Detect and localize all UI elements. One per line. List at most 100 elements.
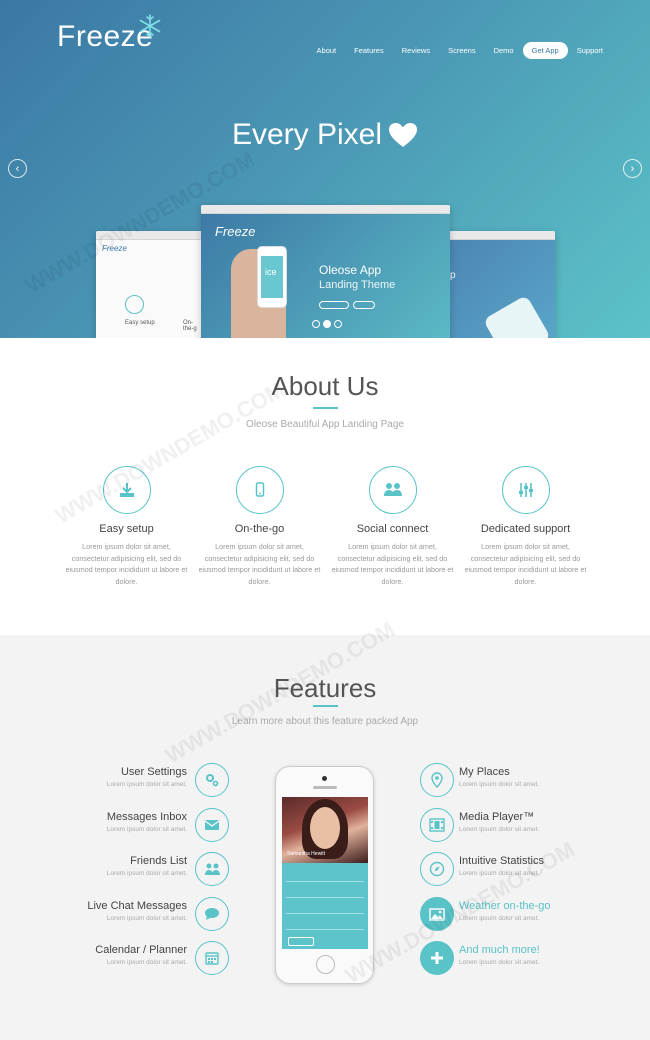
mockup-center-logo: Freeze xyxy=(215,224,256,239)
nav-demo[interactable]: Demo xyxy=(485,42,523,59)
about-item-social-connect: Social connect Lorem ipsum dolor sit ame… xyxy=(326,466,459,587)
nav-features[interactable]: Features xyxy=(345,42,393,59)
feature-text: Lorem ipsum dolor sit amet. xyxy=(459,781,540,788)
hero-title-text: Every Pixel xyxy=(231,118,383,151)
feature-title: Calendar / Planner xyxy=(95,944,187,956)
feature-text: Lorem ipsum dolor sit amet. xyxy=(459,870,540,877)
feature-text: Lorem ipsum dolor sit amet. xyxy=(106,826,187,833)
chat-icon xyxy=(205,908,219,920)
mockup-headline: Oleose App xyxy=(319,263,382,277)
carousel-dot-1[interactable] xyxy=(312,320,320,328)
about-item-dedicated-support: Dedicated support Lorem ipsum dolor sit … xyxy=(459,466,592,587)
feature-live-chat: Live Chat Messages Lorem ipsum dolor sit… xyxy=(0,897,230,937)
about-item-title: On-the-go xyxy=(234,523,285,535)
mockup-phone: ice xyxy=(257,246,287,308)
mockup-left-item-1: Easy setup xyxy=(125,320,155,326)
about-icon-circle xyxy=(368,466,417,514)
feature-title: Weather on-the-go xyxy=(459,900,551,912)
calendar-icon xyxy=(205,952,219,965)
about-icon-circle xyxy=(102,466,151,514)
about-item-text: Lorem ipsum dolor sit amet, consectetur … xyxy=(331,542,454,586)
mobile-icon xyxy=(255,482,264,497)
sliders-icon xyxy=(518,483,533,497)
mockup-button-1 xyxy=(319,301,349,309)
mockup-phone-text: ice xyxy=(265,267,277,277)
cogs-icon xyxy=(206,774,219,787)
chevron-left-icon: ‹ xyxy=(15,162,20,175)
about-item-title: Social connect xyxy=(356,523,429,535)
feature-text: Lorem ipsum dolor sit amet. xyxy=(106,959,187,966)
carousel-prev-button[interactable]: ‹ xyxy=(8,159,27,178)
feature-icon-circle xyxy=(195,763,229,797)
carousel-dot-2[interactable] xyxy=(323,320,331,328)
feature-user-settings: User Settings Lorem ipsum dolor sit amet… xyxy=(0,763,230,803)
about-title: About Us xyxy=(271,371,379,401)
feature-text: Lorem ipsum dolor sit amet. xyxy=(106,870,187,877)
screenshot-mockup-right: p xyxy=(447,231,555,338)
mockup-left-circle xyxy=(125,295,144,314)
plus-icon xyxy=(431,952,443,964)
feature-title: Media Player™ xyxy=(459,811,535,823)
about-icon-circle xyxy=(235,466,284,514)
picture-icon xyxy=(429,907,445,921)
nav-support[interactable]: Support xyxy=(568,42,612,59)
feature-title: Live Chat Messages xyxy=(87,900,187,912)
about-item-text: Lorem ipsum dolor sit amet, consectetur … xyxy=(464,542,587,586)
users-icon xyxy=(204,863,220,875)
feature-my-places: My Places Lorem ipsum dolor sit amet. xyxy=(420,763,650,803)
about-item-easy-setup: Easy setup Lorem ipsum dolor sit amet, c… xyxy=(60,466,193,587)
feature-text: Lorem ipsum dolor sit amet. xyxy=(106,781,187,788)
mockup-subheadline: Landing Theme xyxy=(319,279,396,291)
nav-screens[interactable]: Screens xyxy=(439,42,485,59)
feature-title: My Places xyxy=(459,766,510,778)
iphone-mockup: Samantha Hewitt xyxy=(275,766,374,984)
feature-text: Lorem ipsum dolor sit amet. xyxy=(459,826,540,833)
feature-statistics: Intuitive Statistics Lorem ipsum dolor s… xyxy=(420,852,650,892)
mockup-right-text: p xyxy=(450,270,456,281)
feature-title: Intuitive Statistics xyxy=(459,855,544,867)
about-subtitle: Oleose Beautiful App Landing Page xyxy=(246,419,404,430)
features-section: Features Learn more about this feature p… xyxy=(0,635,650,1040)
about-item-title: Dedicated support xyxy=(480,523,571,535)
carousel-next-button[interactable]: › xyxy=(623,159,642,178)
film-icon xyxy=(429,818,445,832)
about-item-text: Lorem ipsum dolor sit amet, consectetur … xyxy=(65,542,188,586)
mockup-left-item-2: On-the-g xyxy=(183,320,197,332)
features-divider xyxy=(313,705,338,707)
about-items: Easy setup Lorem ipsum dolor sit amet, c… xyxy=(60,466,593,587)
heart-icon xyxy=(389,123,418,147)
chevron-right-icon: › xyxy=(630,162,635,175)
nav-get-app-button[interactable]: Get App xyxy=(522,42,568,59)
feature-media-player: Media Player™ Lorem ipsum dolor sit amet… xyxy=(420,808,650,848)
feature-icon-circle xyxy=(195,941,229,975)
hero-section: Freeze About Features Reviews Screens De… xyxy=(0,0,650,338)
envelope-icon xyxy=(204,820,220,830)
feature-weather: Weather on-the-go Lorem ipsum dolor sit … xyxy=(420,897,650,937)
feature-title: Messages Inbox xyxy=(106,811,187,823)
feature-icon-circle xyxy=(420,852,454,886)
users-icon xyxy=(383,483,402,496)
carousel-dot-3[interactable] xyxy=(334,320,342,328)
feature-messages-inbox: Messages Inbox Lorem ipsum dolor sit ame… xyxy=(0,808,230,848)
download-icon xyxy=(119,483,134,497)
hero-title: Every Pixel xyxy=(0,118,650,152)
feature-icon-circle xyxy=(420,808,454,842)
profile-name: Samantha Hewitt xyxy=(287,851,326,857)
compass-icon xyxy=(429,861,445,877)
features-subtitle: Learn more about this feature packed App xyxy=(231,716,419,727)
nav-reviews[interactable]: Reviews xyxy=(393,42,439,59)
feature-title: And much more! xyxy=(459,944,540,956)
features-title: Features xyxy=(273,673,377,703)
feature-text: Lorem ipsum dolor sit amet. xyxy=(459,915,540,922)
feature-calendar: Calendar / Planner Lorem ipsum dolor sit… xyxy=(0,941,230,981)
feature-icon-circle xyxy=(420,763,454,797)
map-marker-icon xyxy=(431,772,443,788)
nav-about[interactable]: About xyxy=(308,42,346,59)
feature-title: User Settings xyxy=(120,766,187,778)
about-item-title: Easy setup xyxy=(99,523,154,535)
feature-icon-circle xyxy=(195,897,229,931)
feature-icon-circle xyxy=(195,808,229,842)
carousel-indicators xyxy=(312,320,342,328)
feature-text: Lorem ipsum dolor sit amet. xyxy=(106,915,187,922)
about-icon-circle xyxy=(501,466,550,514)
